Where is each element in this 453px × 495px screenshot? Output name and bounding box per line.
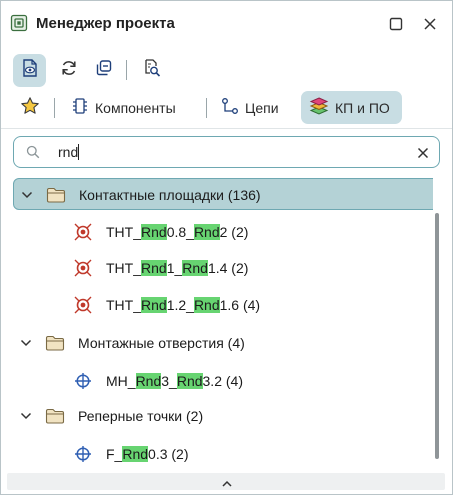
tree-item-label: THT_Rnd1.2_Rnd1.6 (4) bbox=[106, 297, 260, 313]
close-icon[interactable] bbox=[419, 13, 441, 35]
chevron-down-icon[interactable] bbox=[20, 188, 34, 205]
layers-icon bbox=[309, 96, 329, 119]
tab-components[interactable]: Компоненты bbox=[65, 91, 203, 124]
tab-bar: Компоненты Цепи КП и ПО bbox=[1, 91, 452, 125]
tree-item-row[interactable]: THT_Rnd1_Rnd1.4 (2) bbox=[13, 252, 433, 284]
tab-nets-label: Цепи bbox=[245, 99, 279, 116]
refresh-button[interactable] bbox=[52, 54, 85, 87]
net-icon bbox=[221, 97, 239, 118]
collapse-all-icon bbox=[94, 58, 114, 83]
tab-favorites[interactable] bbox=[15, 91, 45, 124]
tree-item-row[interactable]: MH_Rnd3_Rnd3.2 (4) bbox=[13, 365, 433, 397]
vertical-scrollbar[interactable] bbox=[435, 213, 439, 459]
label-segment: 1_ bbox=[166, 260, 183, 276]
folder-icon bbox=[45, 408, 65, 427]
tree-group-row[interactable]: Контактные площадки (136) bbox=[13, 178, 433, 210]
tab-pads-vias-label: КП и ПО bbox=[335, 99, 390, 116]
label-segment: 3_ bbox=[161, 373, 177, 389]
folder-icon bbox=[46, 187, 66, 206]
folder-icon bbox=[45, 335, 65, 354]
tree-item-label: MH_Rnd3_Rnd3.2 (4) bbox=[106, 373, 243, 389]
tree-group-label: Монтажные отверстия (4) bbox=[78, 335, 245, 351]
label-segment: F_ bbox=[106, 446, 123, 462]
title-bar: Менеджер проекта bbox=[1, 1, 452, 47]
tree-item-label: THT_Rnd1_Rnd1.4 (2) bbox=[106, 260, 248, 276]
scroll-up-bar[interactable] bbox=[7, 473, 445, 490]
crosshair-icon bbox=[74, 445, 92, 466]
inspect-document-icon bbox=[142, 58, 162, 83]
tab-nets[interactable]: Цепи bbox=[215, 91, 301, 124]
clear-icon[interactable] bbox=[417, 146, 429, 164]
label-segment: 0.3 (2) bbox=[148, 446, 189, 462]
tree-group-label: Реперные точки (2) bbox=[78, 408, 204, 424]
label-segment: 1.6 (4) bbox=[219, 297, 261, 313]
search-match-highlight: Rnd bbox=[176, 373, 203, 389]
tree-view: Контактные площадки (136) THT_Rnd0.8_Rnd2… bbox=[13, 178, 433, 468]
search-match-highlight: Rnd bbox=[182, 260, 208, 276]
label-segment: MH_ bbox=[106, 373, 136, 389]
tree-item-row[interactable]: F_Rnd0.3 (2) bbox=[13, 438, 433, 468]
tree-group-row[interactable]: Монтажные отверстия (4) bbox=[13, 327, 433, 359]
search-match-highlight: Rnd bbox=[193, 297, 220, 313]
pad-icon bbox=[74, 223, 92, 244]
label-segment: THT_ bbox=[106, 260, 141, 276]
toolbar bbox=[1, 51, 452, 89]
tree-item-label: F_Rnd0.3 (2) bbox=[106, 446, 189, 462]
label-segment: 2 (2) bbox=[219, 224, 249, 240]
search-match-highlight: Rnd bbox=[122, 446, 149, 462]
chevron-down-icon[interactable] bbox=[19, 409, 33, 426]
collapse-all-button[interactable] bbox=[87, 54, 120, 87]
label-segment: THT_ bbox=[106, 297, 141, 313]
label-segment: 3.2 (4) bbox=[202, 373, 243, 389]
pad-icon bbox=[74, 296, 92, 317]
tree-item-row[interactable]: THT_Rnd0.8_Rnd2 (2) bbox=[13, 216, 433, 248]
tree-group-label: Контактные площадки (136) bbox=[79, 187, 261, 203]
tab-components-label: Компоненты bbox=[95, 99, 176, 116]
tab-pads-vias[interactable]: КП и ПО bbox=[301, 91, 402, 124]
search-input[interactable]: rnd bbox=[58, 144, 80, 160]
search-match-highlight: Rnd bbox=[135, 373, 162, 389]
search-icon bbox=[26, 145, 40, 164]
label-segment: 1.2_ bbox=[166, 297, 194, 313]
tree-group-row[interactable]: Реперные точки (2) bbox=[13, 400, 433, 432]
toolbar-separator bbox=[126, 60, 127, 80]
search-match-highlight: Rnd bbox=[141, 297, 167, 313]
project-manager-icon bbox=[10, 14, 28, 32]
label-segment: THT_ bbox=[106, 224, 141, 240]
chevron-up-icon bbox=[221, 476, 233, 494]
inspect-document-button[interactable] bbox=[135, 54, 168, 87]
maximize-icon[interactable] bbox=[385, 13, 407, 35]
divider bbox=[1, 128, 452, 129]
chevron-down-icon[interactable] bbox=[19, 336, 33, 353]
label-segment: 1.4 (2) bbox=[207, 260, 249, 276]
text-caret bbox=[78, 144, 80, 160]
star-icon bbox=[20, 96, 40, 119]
tree-item-row[interactable]: THT_Rnd1.2_Rnd1.6 (4) bbox=[13, 289, 433, 321]
label-segment: 0.8_ bbox=[166, 224, 194, 240]
panel-title: Менеджер проекта bbox=[36, 15, 175, 32]
refresh-icon bbox=[59, 58, 79, 83]
search-match-highlight: Rnd bbox=[193, 224, 220, 240]
tab-separator bbox=[206, 98, 207, 118]
tab-separator bbox=[54, 98, 55, 118]
project-manager-panel: Менеджер проекта Компоненты Цепи КП и ПО… bbox=[0, 0, 453, 495]
document-view-icon bbox=[20, 58, 40, 83]
search-match-highlight: Rnd bbox=[141, 224, 167, 240]
pad-icon bbox=[74, 259, 92, 280]
component-icon bbox=[71, 97, 89, 118]
crosshair-icon bbox=[74, 372, 92, 393]
search-match-highlight: Rnd bbox=[141, 260, 167, 276]
tree-item-label: THT_Rnd0.8_Rnd2 (2) bbox=[106, 224, 248, 240]
search-field[interactable]: rnd bbox=[13, 136, 440, 168]
document-view-button[interactable] bbox=[13, 54, 46, 87]
